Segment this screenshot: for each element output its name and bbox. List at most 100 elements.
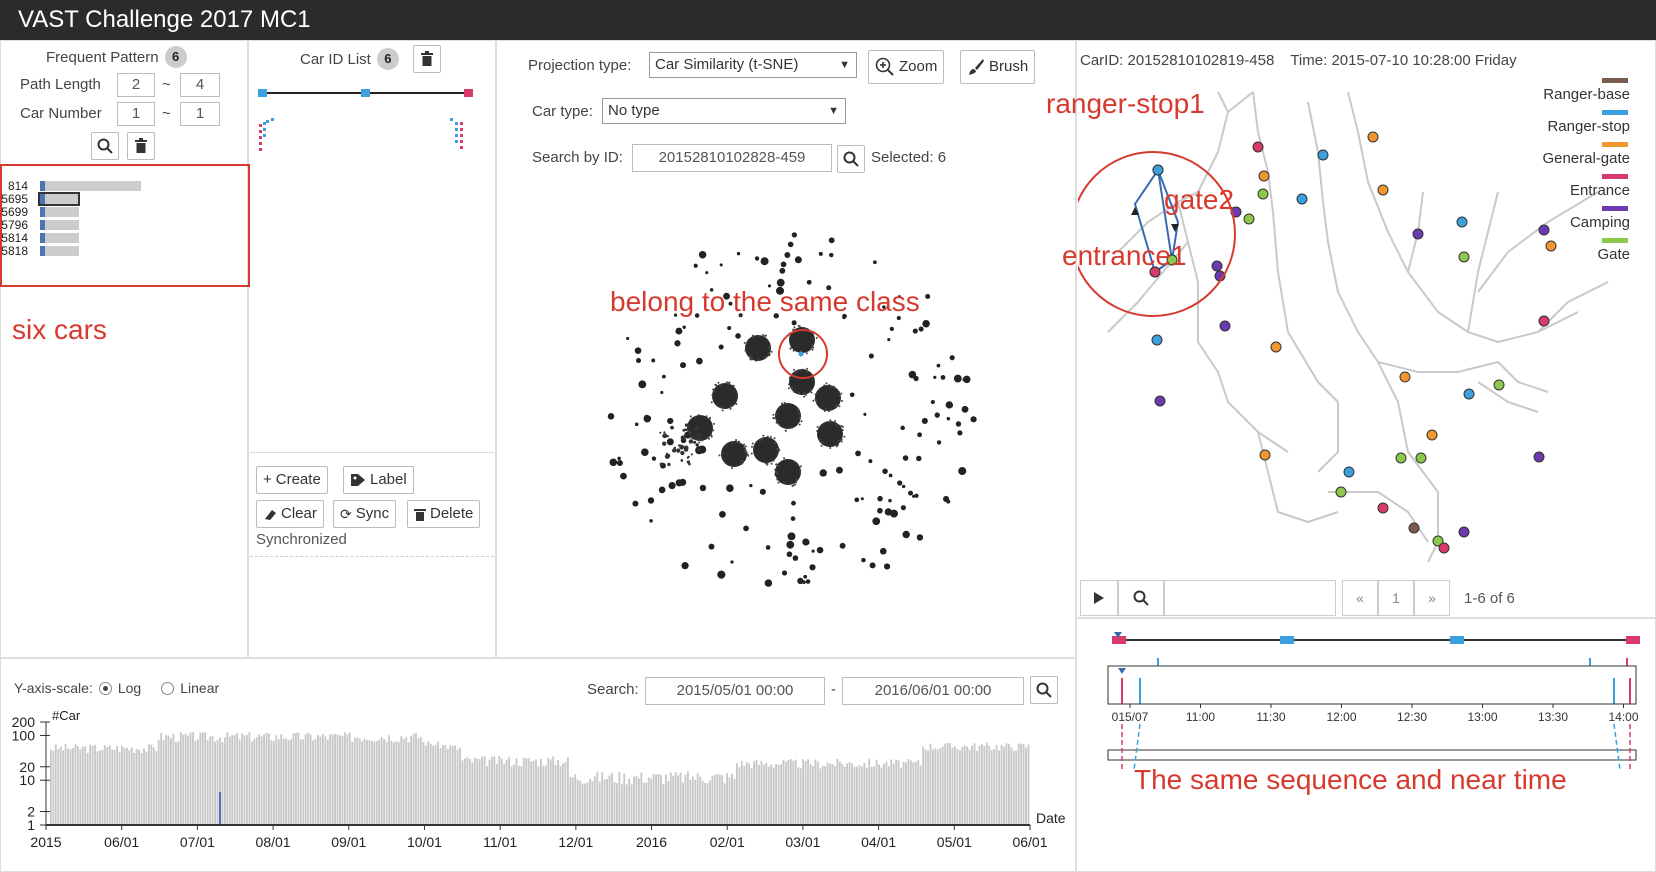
create-button[interactable]: + Create — [256, 466, 328, 494]
histogram-bar — [694, 779, 697, 825]
map-node — [1377, 502, 1389, 514]
trip-timeline[interactable]: 015/07 11:00 11:30 12:00 12:30 13:00 13:30 14:0… — [1100, 628, 1648, 778]
histogram-bar — [432, 745, 435, 825]
histogram-bar — [527, 758, 530, 825]
search-by-id-button[interactable] — [837, 145, 865, 173]
histogram-bar — [794, 759, 797, 825]
tsne-point — [792, 555, 799, 561]
tsne-point — [713, 390, 716, 393]
sequence-marker — [1112, 636, 1126, 644]
map-search-input[interactable] — [1164, 580, 1336, 616]
play-button[interactable] — [1080, 580, 1118, 616]
tsne-point — [955, 421, 962, 427]
daily-car-histogram[interactable]: 200100201021#Car2015 06/01 07/01 08/01 09/01… — [0, 700, 1076, 860]
pattern-delete-button[interactable] — [127, 132, 155, 160]
histogram-bar — [897, 760, 900, 825]
histogram-bar — [611, 773, 613, 825]
tsne-point — [693, 440, 697, 444]
tsne-scatterplot[interactable] — [590, 220, 990, 610]
histogram-bar — [635, 775, 638, 825]
legend-label: Ranger-stop — [1547, 118, 1630, 135]
histogram-bar — [547, 758, 550, 825]
park-map[interactable] — [1078, 72, 1648, 572]
histogram-bar — [292, 733, 295, 825]
histogram-bar — [331, 734, 334, 825]
histogram-bar — [248, 732, 251, 825]
pattern-row[interactable]: 5818 — [0, 244, 240, 258]
search-by-id-input[interactable]: 20152810102828-459 — [632, 144, 832, 172]
tsne-point — [958, 467, 967, 476]
pattern-search-button[interactable] — [91, 132, 119, 160]
x-tick-label: 09/01 — [331, 834, 366, 850]
pattern-row-id: 814 — [7, 179, 28, 193]
histogram-bar — [983, 745, 986, 825]
path-length-max-input[interactable]: 4 — [180, 73, 220, 97]
tsne-point — [665, 452, 668, 455]
histogram-bar — [223, 737, 226, 825]
map-search-button[interactable] — [1118, 580, 1164, 616]
path-length-min-input[interactable]: 2 — [117, 73, 155, 97]
histogram-bar — [958, 750, 961, 825]
pager-page-button[interactable]: 1 — [1378, 580, 1414, 616]
delete-button[interactable]: Delete — [407, 500, 481, 528]
tsne-point — [742, 446, 745, 449]
histogram-bar — [608, 775, 611, 825]
histogram-bar — [569, 776, 572, 825]
pattern-row[interactable]: 5699 — [0, 205, 240, 219]
histogram-bar — [491, 756, 493, 825]
tsne-point — [762, 434, 765, 437]
tsne-point — [617, 456, 621, 461]
sync-button[interactable]: ⟳ Sync — [333, 500, 397, 528]
car-list-delete-button[interactable] — [413, 45, 441, 73]
projection-type-select[interactable]: Car Similarity (t-SNE) ▼ — [649, 52, 857, 78]
car-number-max-input[interactable]: 1 — [180, 102, 220, 126]
zoom-button[interactable]: Zoom — [868, 50, 945, 84]
map-node — [1154, 395, 1166, 407]
pattern-row[interactable]: 5796 — [0, 218, 240, 232]
histogram-bar — [464, 758, 466, 825]
car-type-select[interactable]: No type ▼ — [602, 98, 846, 124]
pattern-row[interactable]: 5814 — [0, 231, 240, 245]
pattern-row[interactable]: 814 — [0, 179, 240, 193]
tsne-point — [809, 564, 816, 571]
histogram-bar — [1022, 744, 1025, 825]
tsne-point — [730, 560, 734, 564]
histogram-bar — [344, 732, 346, 825]
histogram-bar — [400, 736, 403, 825]
tsne-point — [957, 430, 963, 436]
histogram-bar — [912, 762, 915, 825]
tsne-point — [793, 460, 796, 463]
tsne-point — [790, 386, 793, 389]
map-node — [1219, 320, 1231, 332]
tsne-point — [735, 439, 738, 442]
pattern-row[interactable]: 5695 — [0, 192, 240, 206]
brush-button[interactable]: Brush — [960, 50, 1036, 84]
tsne-point — [786, 540, 795, 549]
pager-summary: 1-6 of 6 — [1464, 590, 1515, 607]
road — [1477, 191, 1599, 293]
tsne-point — [764, 462, 767, 465]
clear-button[interactable]: Clear — [256, 500, 324, 528]
app-title: VAST Challenge 2017 MC1 — [18, 6, 311, 33]
tsne-point — [835, 423, 838, 426]
tsne-point — [731, 404, 734, 407]
histogram-bar — [645, 782, 648, 825]
pager-prev-button[interactable]: « — [1342, 580, 1378, 616]
same-class-annotation: belong to the same class — [610, 286, 920, 317]
map-node — [1317, 149, 1329, 161]
car-number-min-input[interactable]: 1 — [117, 102, 155, 126]
histogram-bar — [728, 777, 731, 825]
pager-next-button[interactable]: » — [1414, 580, 1450, 616]
label-button[interactable]: Label — [343, 466, 414, 494]
search-by-id-label: Search by ID: — [532, 149, 623, 166]
histogram-bar — [72, 748, 74, 825]
tsne-point — [770, 462, 773, 465]
histogram-bar — [321, 734, 324, 825]
tsne-point — [691, 435, 696, 440]
tsne-point — [636, 358, 642, 364]
histogram-bar — [846, 763, 849, 825]
pattern-row-bar — [40, 220, 79, 230]
histogram-bar — [272, 740, 275, 825]
log-radio[interactable] — [98, 681, 112, 695]
linear-radio[interactable] — [161, 681, 175, 695]
